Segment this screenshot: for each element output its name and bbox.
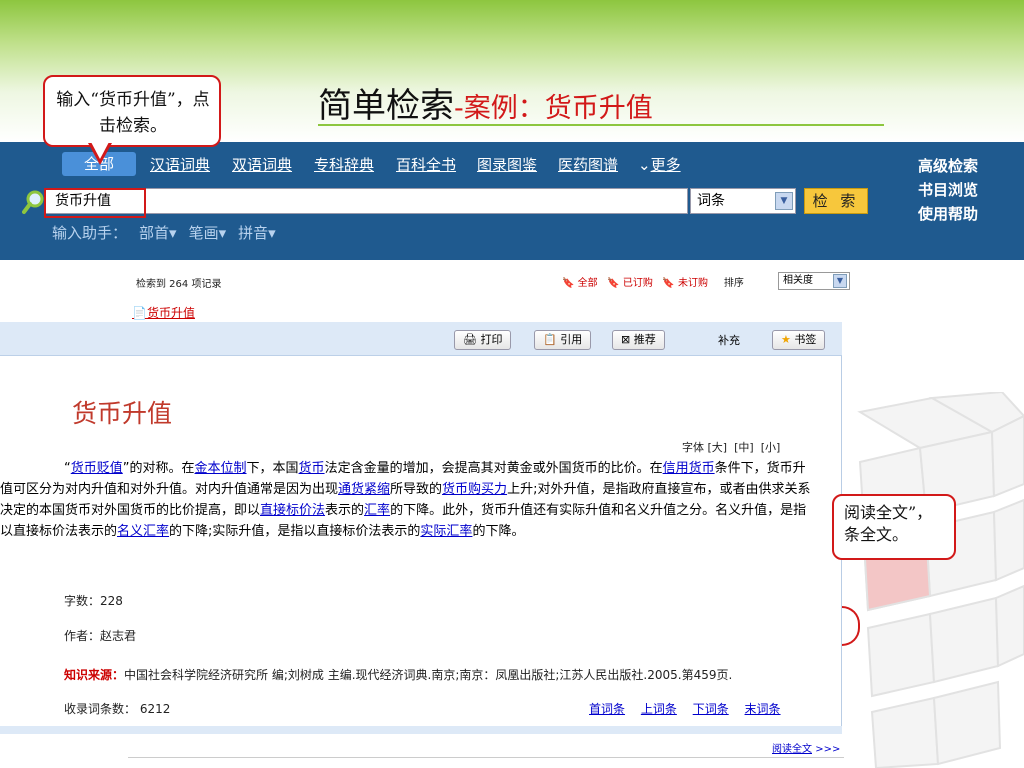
recommend-button[interactable]: ⊠ 推荐 <box>612 330 665 350</box>
result-count: 检索到 264 项记录 <box>136 279 222 290</box>
chevron-down-icon: ⌄ <box>638 156 651 174</box>
font-size-controls: 字体 [大] [中] [小] <box>682 439 780 455</box>
font-size-medium[interactable]: [中] <box>734 441 754 454</box>
tab-chinese-dictionary[interactable]: 汉语词典 <box>150 154 210 175</box>
link-deflation[interactable]: 通货紧缩 <box>338 482 390 497</box>
source-label: 知识来源： <box>64 668 125 682</box>
all-filter[interactable]: 🔖 全部 <box>562 278 598 289</box>
slide-title: 简单检索-案例：货币升值 <box>318 86 653 126</box>
source-text: 中国社会科学院经济研究所 编;刘树成 主编.现代经济词典.南京;南京：凤凰出版社… <box>124 668 733 682</box>
font-size-small[interactable]: [小] <box>761 441 781 454</box>
author: 作者：赵志君 <box>64 629 137 643</box>
bookmark-button[interactable]: ★ 书签 <box>772 330 826 350</box>
entries-count: 收录词条数： 6212 <box>64 702 171 716</box>
tab-bilingual-dictionary[interactable]: 双语词典 <box>232 154 292 175</box>
helper-pinyin[interactable]: 拼音▾ <box>232 224 276 242</box>
input-helper: 输入助手： 部首▾ 笔画▾ 拼音▾ <box>52 222 276 243</box>
side-links: 高级检索 书目浏览 使用帮助 <box>918 154 978 226</box>
link-credit-currency[interactable]: 信用货币 <box>663 461 715 476</box>
entry-body: “货币贬值”的对称。在金本位制下，本国货币法定含金量的增加，会提高其对黄金或外国… <box>0 461 811 539</box>
next-entry-link[interactable]: 下词条 <box>693 702 729 716</box>
popup-bottom-bar <box>0 726 842 734</box>
tab-encyclopedia[interactable]: 百科全书 <box>396 154 456 175</box>
link-gold-standard[interactable]: 金本位制 <box>195 461 247 476</box>
highlight-box <box>44 188 146 218</box>
entry-title: 货币升值 <box>72 399 173 428</box>
printer-icon: 🖨 <box>463 333 477 346</box>
field-select[interactable]: 词条 ▼ <box>690 188 796 214</box>
supplement-button[interactable]: 补充 <box>718 332 740 348</box>
tab-more[interactable]: ⌄更多 <box>638 154 681 175</box>
cube-decoration-icon <box>857 392 1024 768</box>
star-icon: ★ <box>781 333 791 346</box>
field-select-value: 词条 <box>697 193 725 209</box>
callout-read-full: 阅读全文”， 条全文。 <box>832 494 956 560</box>
prev-entry-link[interactable]: 上词条 <box>641 702 677 716</box>
title-underline <box>318 124 884 126</box>
print-button[interactable]: 🖨 打印 <box>454 330 512 350</box>
cite-button[interactable]: 📋 引用 <box>534 330 592 350</box>
sort-select[interactable]: 相关度 ▼ <box>778 272 850 290</box>
sort-value: 相关度 <box>783 275 813 286</box>
unpurchased-filter[interactable]: 🔖 未订购 <box>662 278 708 289</box>
font-size-label: 字体 <box>682 441 704 454</box>
source: 知识来源：中国社会科学院经济研究所 编;刘树成 主编.现代经济词典.南京;南京：… <box>64 666 732 683</box>
divider <box>128 757 844 758</box>
read-full-link[interactable]: 阅读全文 >>> <box>772 740 840 755</box>
helper-radical[interactable]: 部首▾ <box>133 224 177 242</box>
helper-strokes[interactable]: 笔画▾ <box>183 224 227 242</box>
link-purchasing-power[interactable]: 货币购买力 <box>442 482 507 497</box>
chevron-down-icon: ▼ <box>775 192 793 210</box>
recommend-icon: ⊠ <box>621 333 631 346</box>
link-exchange-rate[interactable]: 汇率 <box>364 503 390 518</box>
link-direct-quotation[interactable]: 直接标价法 <box>260 503 325 518</box>
entry-popup: 🖨 打印 📋 引用 ⊠ 推荐 补充 ★ 书签 货币升值 字体 [大] [中] [… <box>0 322 842 734</box>
link-currency-devaluation[interactable]: 货币贬值 <box>71 461 123 476</box>
catalog-browse-link[interactable]: 书目浏览 <box>918 178 978 202</box>
purchased-filter[interactable]: 🔖 已订购 <box>607 278 653 289</box>
help-link[interactable]: 使用帮助 <box>918 202 978 226</box>
link-nominal-rate[interactable]: 名义汇率 <box>117 524 169 539</box>
search-icon <box>22 190 44 214</box>
callout-pointer-inner <box>91 142 109 159</box>
tab-atlas[interactable]: 图录图鉴 <box>477 154 537 175</box>
search-button[interactable]: 检 索 <box>804 188 868 214</box>
word-count: 字数：228 <box>64 594 123 608</box>
cite-icon: 📋 <box>543 333 557 346</box>
link-real-rate[interactable]: 实际汇率 <box>420 524 472 539</box>
link-currency[interactable]: 货币 <box>299 461 325 476</box>
tab-medical-atlas[interactable]: 医药图谱 <box>558 154 618 175</box>
callout-input-hint: 输入“货币升值”，点击检索。 <box>43 75 221 147</box>
last-entry-link[interactable]: 末词条 <box>745 702 781 716</box>
result-item-link[interactable]: 📄货币升值 <box>132 304 195 321</box>
font-size-large[interactable]: [大] <box>708 441 728 454</box>
chevron-down-icon: ▼ <box>833 274 847 288</box>
document-icon: 📄 <box>132 306 147 320</box>
helper-label: 输入助手： <box>52 224 128 242</box>
filter-row: 🔖 全部 🔖 已订购 🔖 未订购 排序 <box>562 274 744 289</box>
popup-toolbar: 🖨 打印 📋 引用 ⊠ 推荐 补充 ★ 书签 <box>0 322 842 356</box>
tab-specialized-dictionary[interactable]: 专科辞典 <box>314 154 374 175</box>
sort-label: 排序 <box>723 278 744 289</box>
first-entry-link[interactable]: 首词条 <box>589 702 625 716</box>
slide-subtitle: -案例：货币升值 <box>454 93 653 124</box>
advanced-search-link[interactable]: 高级检索 <box>918 154 978 178</box>
entry-pager: 首词条 上词条 下词条 末词条 <box>589 700 781 717</box>
